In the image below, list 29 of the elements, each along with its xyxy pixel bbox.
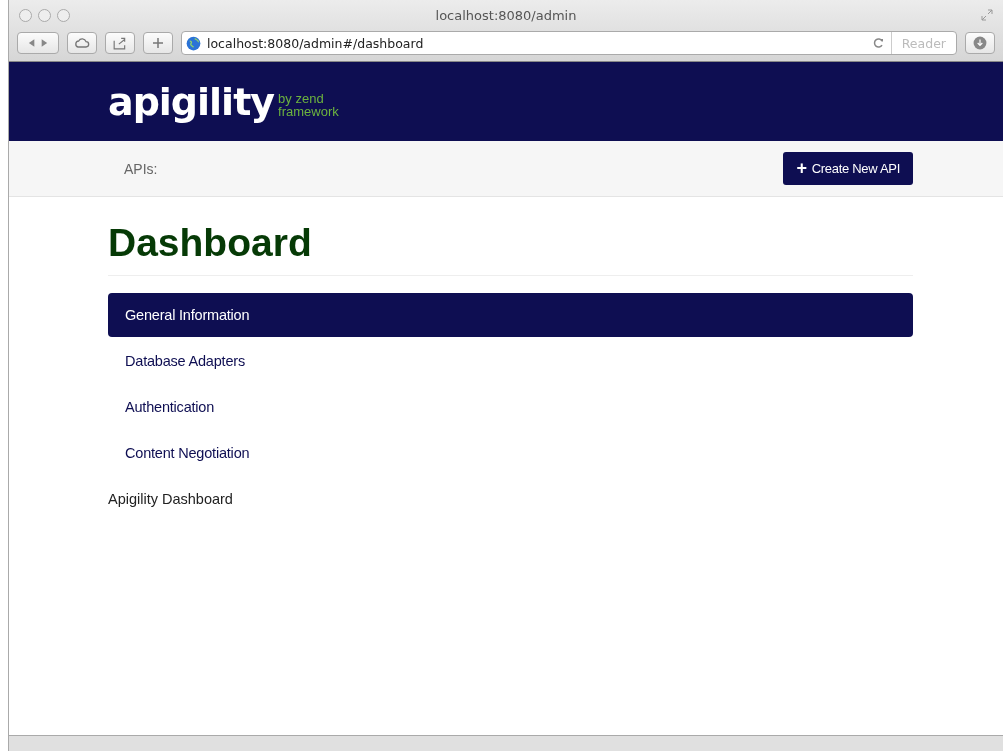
minimize-light[interactable] [38,8,51,22]
cloud-icon [74,35,90,51]
address-text: localhost:8080/admin#/dashboard [207,35,425,51]
nav-item[interactable]: General Information [108,293,913,337]
create-api-button[interactable]: + Create New API [783,152,913,185]
page-heading: Dashboard [108,221,913,276]
address-field[interactable]: localhost:8080/admin#/dashboard Reader [181,31,957,55]
logo-text: apigility [108,79,275,124]
fullscreen-icon[interactable] [981,9,993,21]
reload-icon [872,37,885,49]
tagline-text: by zend [278,91,324,105]
tagline-text: framework [278,104,339,118]
close-light[interactable] [19,8,32,22]
nav-item[interactable]: Authentication [108,385,913,429]
nav-item[interactable]: Content Negotiation [108,431,913,475]
window-title: localhost:8080/admin [435,7,577,23]
add-tab-button[interactable] [143,32,173,54]
body-text: Apigility Dashboard [108,491,234,507]
nav-item[interactable]: Database Adapters [108,339,913,383]
share-button[interactable] [105,32,135,54]
cloud-button[interactable] [67,32,97,54]
apis-label: APIs: [124,160,158,177]
download-icon [973,36,987,50]
share-icon [113,36,127,50]
globe-icon [186,35,201,51]
zoom-light[interactable] [57,8,70,22]
downloads-button[interactable] [965,32,995,54]
plus-icon [152,37,164,49]
back-forward-button[interactable] [17,32,59,54]
